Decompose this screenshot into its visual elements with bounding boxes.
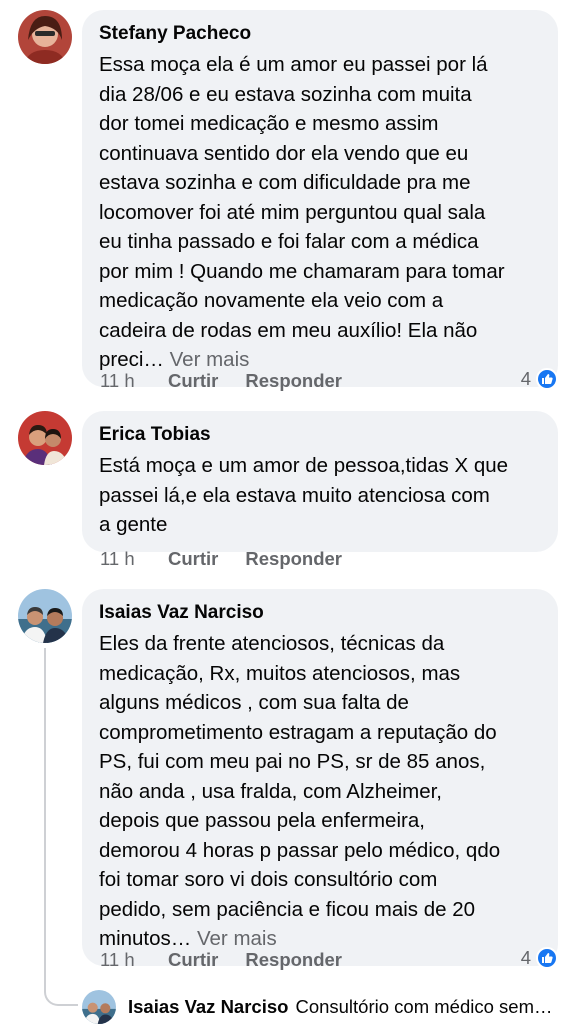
see-more-link[interactable]: Ver mais <box>170 348 250 371</box>
avatar[interactable] <box>18 589 72 643</box>
like-button[interactable]: Curtir <box>168 949 218 971</box>
reply-button[interactable]: Responder <box>245 370 342 392</box>
comment-text: Eles da frente atenciosos, técnicas da m… <box>99 632 501 950</box>
comment-bubble: Stefany Pacheco Essa moça ela é um amor … <box>82 10 558 387</box>
reply-preview[interactable]: Isaias Vaz Narciso Consultório com médic… <box>82 990 552 1024</box>
thread-connector <box>44 980 78 1006</box>
comment-actions: 11 h Curtir Responder <box>100 949 369 971</box>
comment-actions: 11 h Curtir Responder <box>100 370 369 392</box>
comment-text: Essa moça ela é um amor eu passei por lá… <box>99 53 505 371</box>
reaction-summary[interactable]: 4 <box>521 368 558 390</box>
timestamp[interactable]: 11 h <box>100 949 168 971</box>
avatar[interactable] <box>18 10 72 64</box>
comment-bubble: Erica Tobias Está moça e um amor de pess… <box>82 411 558 552</box>
reply-button[interactable]: Responder <box>245 548 342 570</box>
comment-author[interactable]: Isaias Vaz Narciso <box>99 601 542 625</box>
like-button[interactable]: Curtir <box>168 548 218 570</box>
reply-text: Consultório com médico sem… <box>295 996 553 1017</box>
timestamp[interactable]: 11 h <box>100 370 168 392</box>
thread-line <box>44 648 46 982</box>
comment-bubble: Isaias Vaz Narciso Eles da frente atenci… <box>82 589 558 966</box>
comment-author[interactable]: Erica Tobias <box>99 423 542 447</box>
reaction-count: 4 <box>520 947 531 968</box>
comment-text: Está moça e um amor de pessoa,tidas X qu… <box>99 454 509 536</box>
see-more-link[interactable]: Ver mais <box>197 927 277 950</box>
reply-author[interactable]: Isaias Vaz Narciso <box>128 996 288 1018</box>
reaction-summary[interactable]: 4 <box>521 947 558 969</box>
reaction-count: 4 <box>520 368 531 389</box>
avatar <box>82 990 116 1024</box>
comment-author[interactable]: Stefany Pacheco <box>99 22 542 46</box>
timestamp[interactable]: 11 h <box>100 548 168 570</box>
avatar[interactable] <box>18 411 72 465</box>
like-reaction-icon <box>536 947 558 969</box>
like-reaction-icon <box>536 368 558 390</box>
comment-actions: 11 h Curtir Responder <box>100 548 369 570</box>
reply-button[interactable]: Responder <box>245 949 342 971</box>
like-button[interactable]: Curtir <box>168 370 218 392</box>
